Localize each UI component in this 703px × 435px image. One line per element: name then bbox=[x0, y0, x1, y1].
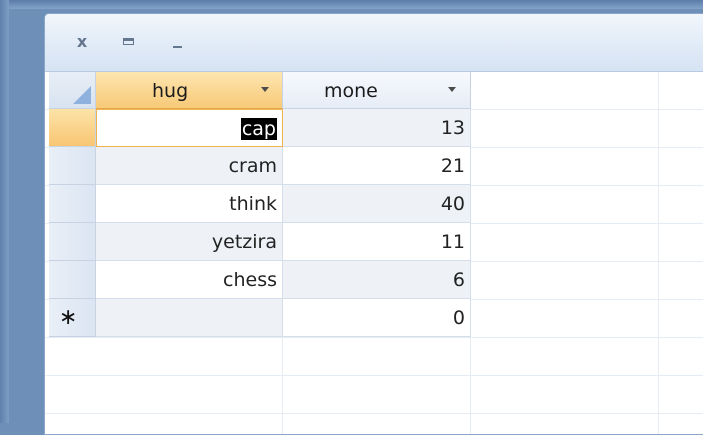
table-cell-hug[interactable]: chess bbox=[96, 261, 283, 299]
grid-line bbox=[45, 413, 703, 414]
window-frame-top bbox=[0, 0, 703, 9]
table-cell-hug[interactable]: yetzira bbox=[96, 223, 283, 261]
select-all-icon bbox=[73, 86, 91, 104]
new-record-icon: ∗ bbox=[59, 305, 78, 330]
table-cell-mone[interactable]: 40 bbox=[283, 185, 471, 223]
close-icon[interactable]: x bbox=[72, 32, 92, 52]
window-titlebar: x bbox=[45, 14, 703, 72]
table-cell-hug[interactable]: cap bbox=[96, 109, 283, 147]
dropdown-arrow-icon[interactable] bbox=[448, 87, 456, 92]
column-header-label: hug bbox=[152, 80, 189, 102]
cell-text-selected: cap bbox=[240, 118, 277, 140]
row-selector[interactable] bbox=[49, 109, 96, 147]
row-selector[interactable] bbox=[49, 185, 96, 223]
table-cell-mone[interactable]: 11 bbox=[283, 223, 471, 261]
table-cell-hug[interactable]: cram bbox=[96, 147, 283, 185]
window-frame-left bbox=[0, 0, 9, 423]
table-cell-mone[interactable]: 21 bbox=[283, 147, 471, 185]
grid-line bbox=[658, 72, 659, 434]
table-window: x hug mone cap 13 cram 21 think 40 yetzi… bbox=[44, 13, 703, 435]
minimize-icon[interactable] bbox=[169, 32, 189, 52]
table-cell-hug[interactable]: think bbox=[96, 185, 283, 223]
new-record-selector[interactable]: ∗ bbox=[49, 299, 96, 337]
datasheet-grid: hug mone cap 13 cram 21 think 40 yetzira… bbox=[45, 72, 703, 434]
row-selector[interactable] bbox=[49, 223, 96, 261]
row-selector[interactable] bbox=[49, 147, 96, 185]
table-cell-mone[interactable]: 6 bbox=[283, 261, 471, 299]
table-cell-hug[interactable] bbox=[96, 299, 283, 337]
row-selector[interactable] bbox=[49, 261, 96, 299]
table-cell-mone[interactable]: 0 bbox=[283, 299, 471, 337]
column-header-hug[interactable]: hug bbox=[96, 72, 283, 109]
grid-line bbox=[45, 337, 703, 338]
column-header-mone[interactable]: mone bbox=[283, 72, 471, 109]
select-all-corner[interactable] bbox=[49, 72, 96, 109]
table-cell-mone[interactable]: 13 bbox=[283, 109, 471, 147]
restore-icon[interactable] bbox=[118, 32, 138, 52]
dropdown-arrow-icon[interactable] bbox=[261, 87, 269, 92]
column-header-label: mone bbox=[324, 80, 378, 102]
grid-line bbox=[45, 375, 703, 376]
